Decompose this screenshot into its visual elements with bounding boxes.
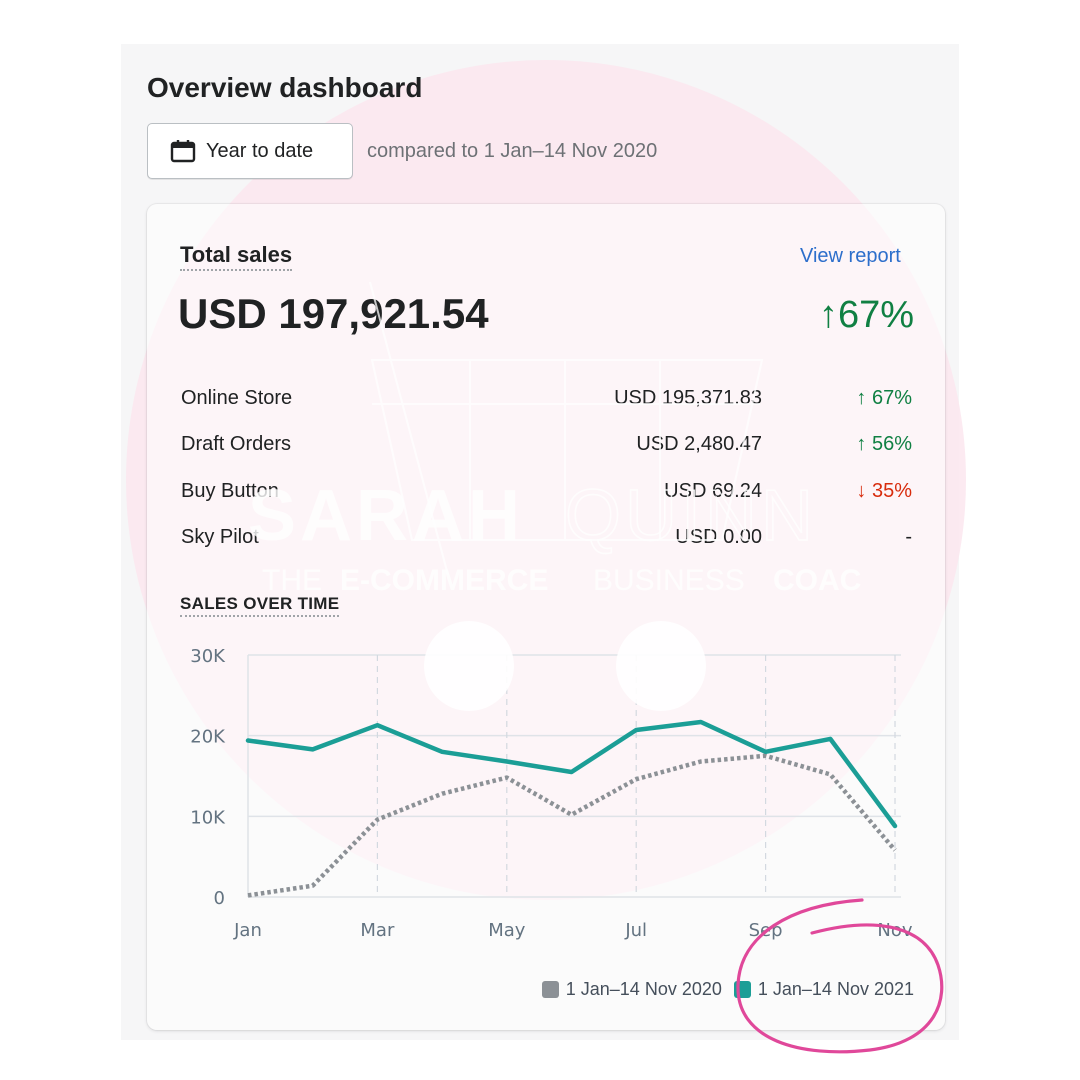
- series-line-2020: [247, 753, 897, 898]
- x-tick-label: Nov: [877, 920, 912, 941]
- x-tick-label: Jul: [624, 920, 647, 941]
- legend-label-2021: 1 Jan–14 Nov 2021: [757, 979, 914, 999]
- y-tick-label: 30K: [190, 646, 226, 667]
- x-tick-label: Mar: [360, 920, 395, 941]
- y-tick-label: 10K: [190, 807, 226, 828]
- chart-legend: 1 Jan–14 Nov 2020 1 Jan–14 Nov 2021: [530, 979, 914, 1000]
- sales-over-time-chart: 0 10K 20K 30K Jan Mar May Jul Sep Nov: [190, 646, 913, 941]
- legend-swatch-2020: [541, 981, 559, 998]
- x-tick-label: Sep: [749, 920, 783, 941]
- x-tick-label: May: [488, 920, 526, 941]
- legend-swatch-2021: [733, 981, 751, 998]
- y-tick-label: 0: [214, 888, 225, 909]
- legend-label-2020: 1 Jan–14 Nov 2020: [565, 979, 722, 999]
- x-tick-label: Jan: [233, 920, 262, 941]
- y-tick-label: 20K: [190, 727, 226, 748]
- legend-item-2021: 1 Jan–14 Nov 2021: [733, 979, 914, 1000]
- series-line-2021: [245, 719, 898, 829]
- legend-item-2020: 1 Jan–14 Nov 2020: [541, 979, 722, 1000]
